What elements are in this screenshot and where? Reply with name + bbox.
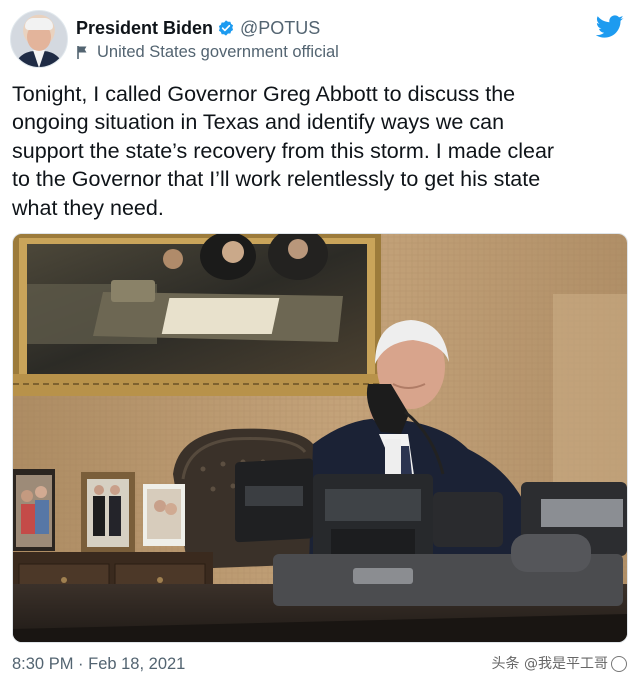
profile-avatar[interactable] xyxy=(10,10,68,68)
flag-icon xyxy=(77,46,87,59)
tweet-text: Tonight, I called Governor Greg Abbott t… xyxy=(12,82,555,220)
twitter-bird-icon[interactable] xyxy=(596,15,624,39)
tweet-footer: 8:30 PM · Feb 18, 2021 头条 @我是平工哥 xyxy=(12,653,628,677)
tweet-timestamp[interactable]: 8:30 PM · Feb 18, 2021 xyxy=(12,653,185,675)
author-handle[interactable]: @POTUS xyxy=(240,18,320,38)
account-label-text: United States government official xyxy=(97,43,339,61)
watermark-logo-icon xyxy=(611,656,627,672)
tweet-header: President Biden @POTUS United States gov… xyxy=(10,10,630,70)
verified-badge-icon xyxy=(218,20,234,36)
tweet-photo[interactable] xyxy=(12,233,628,643)
government-account-label[interactable]: United States government official xyxy=(76,41,339,63)
source-watermark: 头条 @我是平工哥 xyxy=(492,655,628,673)
oval-office-photo xyxy=(13,234,627,642)
watermark-text: 头条 @我是平工哥 xyxy=(491,656,608,672)
display-name[interactable]: President Biden xyxy=(76,18,213,38)
author-line: President Biden @POTUS xyxy=(76,17,320,39)
